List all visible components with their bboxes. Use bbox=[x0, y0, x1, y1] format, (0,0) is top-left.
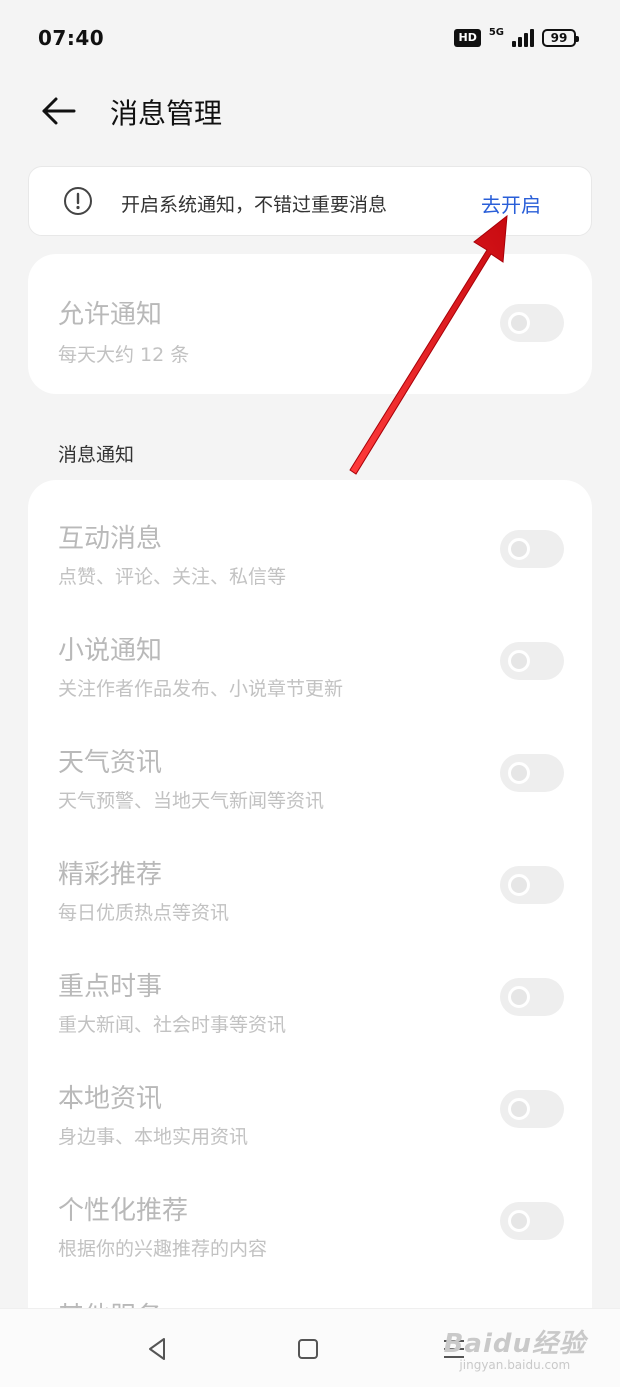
watermark-url: jingyan.baidu.com bbox=[459, 1358, 571, 1372]
banner-text: 开启系统通知，不错过重要消息 bbox=[121, 194, 388, 216]
alert-circle-icon bbox=[64, 187, 92, 215]
list-item-interaction: 互动消息 点赞、评论、关注、私信等 bbox=[28, 480, 592, 592]
toggle-interaction[interactable] bbox=[500, 530, 564, 568]
enable-notifications-link[interactable]: 去开启 bbox=[481, 189, 541, 218]
allow-notifications-card: 允许通知 每天大约 12 条 bbox=[28, 254, 592, 394]
list-item-subtitle: 根据你的兴趣推荐的内容 bbox=[58, 1238, 268, 1260]
list-item-subtitle: 重大新闻、社会时事等资讯 bbox=[58, 1014, 287, 1036]
status-bar: 07:40 HD 5G 99 bbox=[0, 0, 620, 76]
list-item-subtitle: 每日优质热点等资讯 bbox=[58, 902, 230, 924]
toggle-news[interactable] bbox=[500, 978, 564, 1016]
list-item-subtitle: 关注作者作品发布、小说章节更新 bbox=[58, 678, 344, 700]
watermark-logo: Baidu经验 bbox=[443, 1329, 586, 1359]
list-item-subtitle: 点赞、评论、关注、私信等 bbox=[58, 566, 287, 588]
notification-list-card: 互动消息 点赞、评论、关注、私信等 小说通知 关注作者作品发布、小说章节更新 天… bbox=[28, 480, 592, 1310]
list-item-weather: 天气资讯 天气预警、当地天气新闻等资讯 bbox=[28, 704, 592, 816]
list-item-title: 天气资讯 bbox=[58, 748, 163, 778]
toggle-novel[interactable] bbox=[500, 642, 564, 680]
allow-notifications-toggle[interactable] bbox=[500, 304, 564, 342]
list-item-title: 精彩推荐 bbox=[58, 860, 163, 890]
list-item-local: 本地资讯 身边事、本地实用资讯 bbox=[28, 1040, 592, 1152]
section-label: 消息通知 bbox=[58, 444, 135, 466]
header: 消息管理 bbox=[0, 80, 620, 144]
list-item-subtitle: 天气预警、当地天气新闻等资讯 bbox=[58, 790, 325, 812]
page-title: 消息管理 bbox=[110, 97, 223, 130]
allow-notifications-title: 允许通知 bbox=[58, 300, 163, 330]
network-type-label: 5G bbox=[488, 26, 504, 38]
toggle-local[interactable] bbox=[500, 1090, 564, 1128]
allow-notifications-row: 允许通知 每天大约 12 条 bbox=[28, 266, 592, 378]
list-item-title: 小说通知 bbox=[58, 636, 163, 666]
list-item-title: 本地资讯 bbox=[58, 1084, 163, 1114]
list-item-novel: 小说通知 关注作者作品发布、小说章节更新 bbox=[28, 592, 592, 704]
notification-banner: 开启系统通知，不错过重要消息 去开启 bbox=[28, 166, 592, 236]
toggle-weather[interactable] bbox=[500, 754, 564, 792]
list-item-title: 互动消息 bbox=[58, 524, 163, 554]
status-time: 07:40 bbox=[38, 26, 105, 50]
toggle-recommend[interactable] bbox=[500, 866, 564, 904]
list-item-title: 个性化推荐 bbox=[58, 1196, 189, 1226]
list-item-recommend: 精彩推荐 每日优质热点等资讯 bbox=[28, 816, 592, 928]
watermark: Baidu经验 jingyan.baidu.com bbox=[444, 1323, 586, 1372]
list-item-news: 重点时事 重大新闻、社会时事等资讯 bbox=[28, 928, 592, 1040]
arrow-left-icon bbox=[42, 97, 76, 125]
list-item-personalized: 个性化推荐 根据你的兴趣推荐的内容 bbox=[28, 1152, 592, 1264]
system-nav-bar: Baidu经验 jingyan.baidu.com bbox=[0, 1308, 620, 1387]
list-item-title: 重点时事 bbox=[58, 972, 163, 1002]
list-item-subtitle: 身边事、本地实用资讯 bbox=[58, 1126, 249, 1148]
battery-level: 99 bbox=[550, 31, 568, 45]
toggle-personalized[interactable] bbox=[500, 1202, 564, 1240]
hd-badge: HD bbox=[454, 29, 481, 47]
back-button[interactable] bbox=[38, 94, 78, 128]
status-icons: HD 5G 99 bbox=[454, 24, 579, 52]
triangle-back-icon[interactable] bbox=[144, 1335, 172, 1363]
battery-icon: 99 bbox=[542, 29, 579, 47]
signal-icon bbox=[512, 29, 534, 47]
square-home-icon[interactable] bbox=[294, 1335, 322, 1363]
allow-notifications-subtitle: 每天大约 12 条 bbox=[58, 344, 190, 366]
